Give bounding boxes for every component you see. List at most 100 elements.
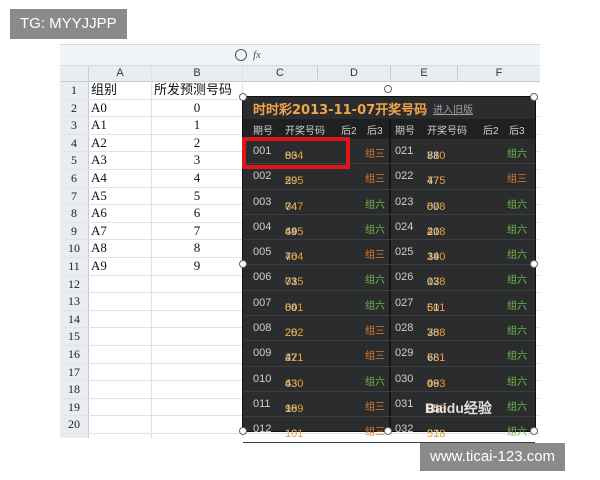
group-type: 组三 bbox=[365, 401, 385, 413]
cell-a[interactable]: 组别 bbox=[91, 82, 151, 98]
draw-highlight: 731 bbox=[427, 352, 446, 365]
resize-handle[interactable] bbox=[239, 427, 247, 435]
row-number[interactable]: 19 bbox=[60, 398, 89, 416]
cell-b[interactable]: 4 bbox=[152, 170, 242, 186]
cell-b[interactable]: 0 bbox=[152, 100, 242, 116]
group-type: 组六 bbox=[365, 224, 385, 236]
group-type: 组六 bbox=[365, 300, 385, 312]
resize-handle[interactable] bbox=[530, 260, 538, 268]
row-number[interactable]: 7 bbox=[60, 187, 89, 205]
row-number[interactable]: 18 bbox=[60, 381, 89, 398]
row-number[interactable]: 1 bbox=[60, 82, 89, 99]
group-type: 组六 bbox=[507, 351, 527, 363]
draw-highlight: 221 bbox=[285, 352, 304, 365]
issue-id: 012 bbox=[253, 423, 272, 436]
cell-a[interactable]: A9 bbox=[91, 258, 151, 274]
issue-id: 027 bbox=[395, 296, 414, 309]
row-number[interactable]: 12 bbox=[60, 275, 89, 293]
zoom-icon[interactable] bbox=[235, 49, 247, 62]
cell-b[interactable]: 所发预测号码 bbox=[152, 82, 244, 98]
draw-highlight: 015 bbox=[285, 276, 304, 289]
cell-a[interactable]: A1 bbox=[91, 117, 151, 133]
draw-highlight: 483 bbox=[427, 377, 446, 390]
cell-b[interactable]: 7 bbox=[152, 223, 242, 239]
row-number[interactable]: 6 bbox=[60, 169, 89, 187]
issue-id: 006 bbox=[253, 271, 272, 284]
resize-handle[interactable] bbox=[530, 427, 538, 435]
cell-a[interactable]: A8 bbox=[91, 240, 151, 256]
column-header-f[interactable]: F bbox=[458, 66, 540, 81]
draw-highlight: 518 bbox=[427, 428, 446, 441]
header-last2: 后2 bbox=[341, 126, 357, 137]
group-type: 组六 bbox=[507, 275, 527, 287]
header-last3: 后3 bbox=[367, 126, 383, 137]
header-number: 开奖号码 bbox=[285, 126, 325, 137]
row-number[interactable]: 9 bbox=[60, 222, 89, 240]
draw-highlight: 601 bbox=[427, 301, 446, 314]
cell-a[interactable]: A2 bbox=[91, 135, 151, 151]
group-type: 组六 bbox=[507, 326, 527, 338]
draw-highlight: 101 bbox=[285, 428, 304, 441]
column-header-c[interactable]: C bbox=[243, 66, 318, 81]
row-number[interactable]: 8 bbox=[60, 205, 89, 222]
column-header-a[interactable]: A bbox=[89, 66, 152, 81]
cell-b[interactable]: 6 bbox=[152, 205, 242, 221]
old-version-link[interactable]: 进入旧版 bbox=[433, 101, 473, 116]
row-number[interactable]: 3 bbox=[60, 117, 89, 134]
row-number[interactable]: 4 bbox=[60, 134, 89, 152]
draw-highlight: 047 bbox=[285, 200, 304, 213]
issue-id: 003 bbox=[253, 195, 272, 208]
resize-handle[interactable] bbox=[239, 260, 247, 268]
issue-id: 021 bbox=[395, 145, 414, 157]
resize-handle[interactable] bbox=[239, 93, 247, 101]
row-number[interactable]: 5 bbox=[60, 152, 89, 169]
group-type: 组六 bbox=[507, 300, 527, 312]
row-number[interactable]: 15 bbox=[60, 328, 89, 345]
fx-icon[interactable]: fx bbox=[253, 49, 261, 61]
draw-highlight: 710 bbox=[427, 150, 446, 162]
formula-tools[interactable]: fx bbox=[235, 47, 275, 63]
row-number[interactable]: 21 bbox=[60, 433, 89, 438]
row-number[interactable]: 2 bbox=[60, 99, 89, 117]
issue-id: 008 bbox=[253, 322, 272, 335]
cell-b[interactable]: 3 bbox=[152, 152, 242, 168]
group-type: 组六 bbox=[507, 427, 527, 439]
cell-b[interactable]: 2 bbox=[152, 135, 242, 151]
cell-a[interactable]: A6 bbox=[91, 205, 151, 221]
cell-b[interactable]: 5 bbox=[152, 188, 242, 204]
draw-highlight: 909 bbox=[285, 402, 304, 415]
draw-highlight: 768 bbox=[427, 327, 446, 340]
row-number[interactable]: 16 bbox=[60, 345, 89, 363]
cell-a[interactable]: A4 bbox=[91, 170, 151, 186]
row-number[interactable]: 20 bbox=[60, 416, 89, 433]
cell-a[interactable]: A7 bbox=[91, 223, 151, 239]
baidu-watermark: Baidu经验 bbox=[425, 400, 492, 416]
row-number[interactable]: 13 bbox=[60, 293, 89, 310]
cell-a[interactable]: A5 bbox=[91, 188, 151, 204]
lottery-row: 003 74 047 组六 023 00 578 组六 bbox=[243, 190, 535, 215]
lottery-row: 004 49 645 组六 024 20 418 组六 bbox=[243, 215, 535, 241]
row-number[interactable]: 10 bbox=[60, 240, 89, 257]
row-number[interactable]: 17 bbox=[60, 363, 89, 381]
group-type: 组三 bbox=[365, 174, 385, 186]
resize-handle[interactable] bbox=[384, 427, 392, 435]
formula-bar[interactable]: fx bbox=[60, 44, 540, 66]
row-number[interactable]: 11 bbox=[60, 257, 89, 275]
cell-a[interactable]: A3 bbox=[91, 152, 151, 168]
corner-cell[interactable] bbox=[60, 66, 89, 81]
issue-id: 029 bbox=[395, 347, 414, 360]
lottery-row: 006 73 015 组六 026 03 178 组六 bbox=[243, 265, 535, 291]
cell-b[interactable]: 1 bbox=[152, 117, 242, 133]
resize-handle[interactable] bbox=[530, 93, 538, 101]
cell-a[interactable]: A0 bbox=[91, 100, 151, 116]
cell-b[interactable]: 8 bbox=[152, 240, 242, 256]
column-header-b[interactable]: B bbox=[152, 66, 243, 81]
column-header-e[interactable]: E bbox=[391, 66, 458, 81]
cell-b[interactable]: 9 bbox=[152, 258, 242, 274]
header-issue: 期号 bbox=[253, 126, 273, 137]
issue-id: 009 bbox=[253, 347, 272, 360]
group-type: 组六 bbox=[507, 250, 527, 262]
column-header-d[interactable]: D bbox=[318, 66, 391, 81]
row-number[interactable]: 14 bbox=[60, 310, 89, 328]
rotate-handle[interactable] bbox=[384, 85, 392, 93]
